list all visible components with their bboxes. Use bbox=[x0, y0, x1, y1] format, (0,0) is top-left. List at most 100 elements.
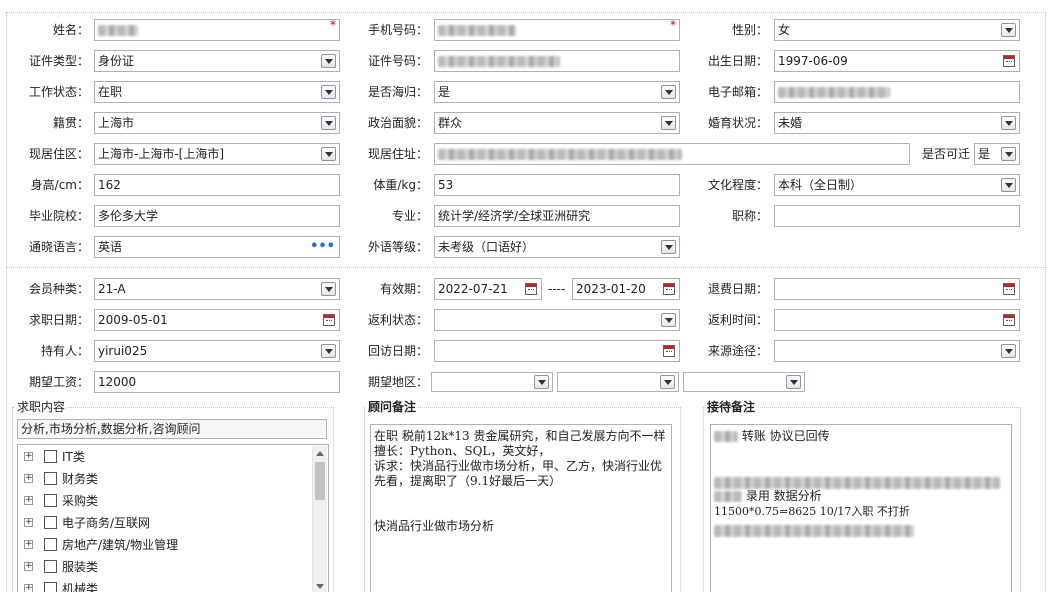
validity-from-input[interactable]: 2022-07-21 bbox=[434, 278, 542, 300]
chevron-down-icon[interactable] bbox=[661, 313, 676, 327]
chevron-down-icon[interactable] bbox=[321, 344, 336, 358]
expand-icon[interactable]: + bbox=[24, 518, 33, 527]
tree-item-label: IT类 bbox=[62, 450, 85, 464]
major-value: 统计学/经济学/全球亚洲研究 bbox=[438, 209, 591, 223]
source-select[interactable] bbox=[774, 340, 1020, 362]
chevron-down-icon[interactable] bbox=[1001, 23, 1016, 37]
checkbox[interactable] bbox=[44, 494, 57, 507]
scroll-thumb[interactable] bbox=[315, 462, 325, 500]
email-redacted bbox=[778, 87, 890, 98]
holder-label: 持有人： bbox=[40, 344, 89, 358]
expand-icon[interactable]: + bbox=[24, 584, 33, 592]
rebate-time-input[interactable] bbox=[774, 309, 1020, 331]
education-select[interactable]: 本科（全日制） bbox=[774, 174, 1020, 196]
holder-select[interactable]: yirui025 bbox=[94, 340, 340, 362]
chevron-down-icon[interactable] bbox=[321, 116, 336, 130]
chevron-down-icon[interactable] bbox=[1001, 344, 1016, 358]
validity-to-input[interactable]: 2023-01-20 bbox=[572, 278, 680, 300]
more-options-icon[interactable]: ••• bbox=[310, 237, 335, 257]
expand-icon[interactable]: + bbox=[24, 562, 33, 571]
chevron-down-icon[interactable] bbox=[1001, 147, 1016, 161]
scroll-up-icon[interactable] bbox=[316, 451, 324, 456]
gender-select[interactable]: 女 bbox=[774, 19, 1020, 41]
checkbox[interactable] bbox=[44, 472, 57, 485]
checkbox[interactable] bbox=[44, 582, 57, 592]
chevron-down-icon[interactable] bbox=[321, 147, 336, 161]
returnee-select[interactable]: 是 bbox=[434, 81, 680, 103]
height-label: 身高/cm： bbox=[30, 178, 89, 192]
chevron-down-icon[interactable] bbox=[786, 375, 801, 389]
scroll-down-icon[interactable] bbox=[316, 584, 324, 589]
hometown-select[interactable]: 上海市 bbox=[94, 112, 340, 134]
chevron-down-icon[interactable] bbox=[661, 240, 676, 254]
tree-item-label: 房地产/建筑/物业管理 bbox=[62, 538, 179, 552]
political-select[interactable]: 群众 bbox=[434, 112, 680, 134]
expected-region-district-select[interactable] bbox=[683, 372, 805, 392]
residence-area-select[interactable]: 上海市-上海市-[上海市] bbox=[94, 143, 340, 165]
chevron-down-icon[interactable] bbox=[534, 375, 549, 389]
chevron-down-icon[interactable] bbox=[1001, 116, 1016, 130]
job-date-label: 求职日期： bbox=[28, 313, 89, 327]
address-input[interactable] bbox=[434, 143, 910, 165]
job-date-input[interactable]: 2009-05-01 bbox=[94, 309, 340, 331]
refund-date-input[interactable] bbox=[774, 278, 1020, 300]
chevron-down-icon[interactable] bbox=[321, 54, 336, 68]
major-input[interactable]: 统计学/经济学/全球亚洲研究 bbox=[434, 205, 680, 227]
reception-notes-title: 接待备注 bbox=[705, 399, 758, 415]
checkbox[interactable] bbox=[44, 538, 57, 551]
checkbox[interactable] bbox=[44, 516, 57, 529]
id-type-select[interactable]: 身份证 bbox=[94, 50, 340, 72]
weight-input[interactable]: 53 bbox=[434, 174, 680, 196]
tree-item-label: 财务类 bbox=[62, 472, 99, 486]
language-input[interactable]: 英语 ••• bbox=[94, 236, 340, 258]
calendar-icon[interactable] bbox=[525, 283, 537, 295]
work-status-select[interactable]: 在职 bbox=[94, 81, 340, 103]
language-level-select[interactable]: 未考级（口语好） bbox=[434, 236, 680, 258]
job-category-tree[interactable]: + IT类 + 财务类 + 采购类 + 电子商务/互联网 + 房地产/建筑/物业… bbox=[17, 444, 329, 592]
email-input[interactable] bbox=[774, 81, 1020, 103]
name-input[interactable]: * bbox=[94, 19, 340, 41]
birth-date-input[interactable]: 1997-06-09 bbox=[774, 50, 1020, 72]
reception-notes-textarea[interactable]: 转账 协议已回传 录用 数据分析 11500*0.75=8625 10/17入职… bbox=[710, 424, 1012, 592]
phone-input[interactable]: * bbox=[434, 19, 680, 41]
checkbox[interactable] bbox=[44, 450, 57, 463]
calendar-icon[interactable] bbox=[663, 283, 675, 295]
rebate-status-label: 返利状态： bbox=[367, 313, 428, 327]
expand-icon[interactable]: + bbox=[24, 452, 33, 461]
expand-icon[interactable]: + bbox=[24, 540, 33, 549]
validity-from-value: 2022-07-21 bbox=[438, 282, 508, 296]
chevron-down-icon[interactable] bbox=[661, 85, 676, 99]
chevron-down-icon[interactable] bbox=[1001, 178, 1016, 192]
expected-region-city-select[interactable] bbox=[557, 372, 679, 392]
consultant-notes-textarea[interactable]: 在职 税前12k*13 贵金属研究，和自己发展方向不一样 擅长：Python、S… bbox=[370, 424, 672, 592]
expected-salary-input[interactable]: 12000 bbox=[94, 371, 340, 393]
calendar-icon[interactable] bbox=[663, 345, 675, 357]
relocate-select[interactable]: 是 bbox=[974, 143, 1020, 165]
callback-date-input[interactable] bbox=[434, 340, 680, 362]
rebate-status-select[interactable] bbox=[434, 309, 680, 331]
calendar-icon[interactable] bbox=[1003, 314, 1015, 326]
tree-scrollbar[interactable] bbox=[312, 446, 327, 592]
expand-icon[interactable]: + bbox=[24, 474, 33, 483]
chevron-down-icon[interactable] bbox=[661, 116, 676, 130]
school-input[interactable]: 多伦多大学 bbox=[94, 205, 340, 227]
chevron-down-icon[interactable] bbox=[321, 85, 336, 99]
title-input[interactable] bbox=[774, 205, 1020, 227]
chevron-down-icon[interactable] bbox=[660, 375, 675, 389]
frame-right-line bbox=[1045, 12, 1046, 592]
calendar-icon[interactable] bbox=[1003, 55, 1015, 67]
school-label: 毕业院校： bbox=[28, 209, 89, 223]
calendar-icon[interactable] bbox=[323, 314, 335, 326]
height-input[interactable]: 162 bbox=[94, 174, 340, 196]
checkbox[interactable] bbox=[44, 560, 57, 573]
id-number-input[interactable] bbox=[434, 50, 680, 72]
marital-select[interactable]: 未婚 bbox=[774, 112, 1020, 134]
calendar-icon[interactable] bbox=[1003, 283, 1015, 295]
member-type-label: 会员种类： bbox=[28, 282, 89, 296]
member-type-select[interactable]: 21-A bbox=[94, 278, 340, 300]
expected-region-province-select[interactable] bbox=[431, 372, 553, 392]
expand-icon[interactable]: + bbox=[24, 496, 33, 505]
chevron-down-icon[interactable] bbox=[321, 282, 336, 296]
id-type-label: 证件类型： bbox=[28, 54, 89, 68]
work-status-label: 工作状态： bbox=[28, 85, 89, 99]
